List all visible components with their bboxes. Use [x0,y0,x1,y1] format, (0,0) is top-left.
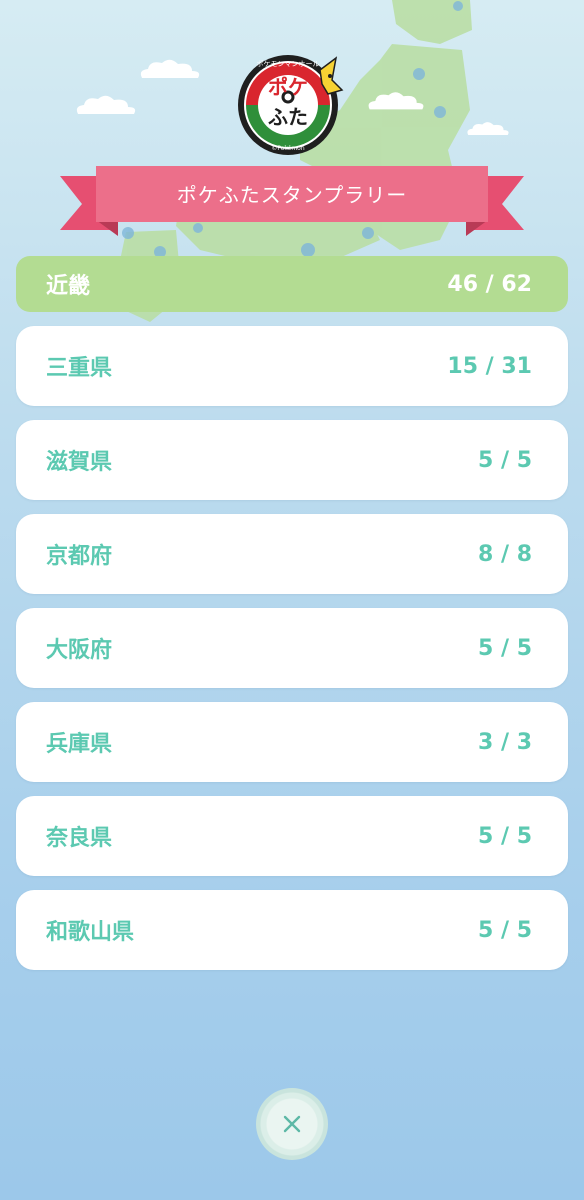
logo-main-text-1: ポケ [268,75,308,99]
prefecture-row-kyoto[interactable]: 京都府 8 / 8 [16,514,568,594]
prefecture-row-shiga[interactable]: 滋賀県 5 / 5 [16,420,568,500]
prefecture-name: 和歌山県 [46,920,135,945]
cloud-icon [140,59,200,78]
prefecture-name: 奈良県 [46,826,113,851]
logo-top-text: ポケモンマンホール [257,60,320,68]
prefecture-row-nara[interactable]: 奈良県 5 / 5 [16,796,568,876]
prefecture-progress: 8 / 8 [478,541,532,567]
page-title: ポケふたスタンプラリー [176,182,408,207]
prefecture-row-wakayama[interactable]: 和歌山県 5 / 5 [16,890,568,970]
prefecture-progress: 5 / 5 [478,635,532,661]
prefecture-list: 三重県 15 / 31 滋賀県 5 / 5 京都府 8 / 8 大阪府 5 / … [16,326,568,984]
pokefuta-logo: ポケ ふた ポケモンマンホール ©Pokémon [238,55,344,155]
close-icon [283,1115,301,1133]
cloud-icon [76,95,136,114]
prefecture-name: 京都府 [46,544,113,569]
prefecture-progress: 5 / 5 [478,917,532,943]
logo-copyright-text: ©Pokémon [271,145,305,152]
region-header: 近畿 46 / 62 [16,256,568,312]
prefecture-row-osaka[interactable]: 大阪府 5 / 5 [16,608,568,688]
prefecture-name: 三重県 [46,356,113,381]
prefecture-progress: 3 / 3 [478,729,532,755]
logo-main-text-2: ふた [268,105,308,129]
region-progress: 46 / 62 [447,271,532,297]
prefecture-row-mie[interactable]: 三重県 15 / 31 [16,326,568,406]
cloud-icon [368,92,424,110]
prefecture-progress: 5 / 5 [478,823,532,849]
prefecture-name: 滋賀県 [46,450,113,475]
prefecture-progress: 5 / 5 [478,447,532,473]
prefecture-progress: 15 / 31 [447,353,532,379]
cloud-icon [467,122,509,136]
region-name: 近畿 [46,274,91,299]
prefecture-name: 兵庫県 [46,732,113,757]
prefecture-row-hyogo[interactable]: 兵庫県 3 / 3 [16,702,568,782]
close-button[interactable] [256,1088,328,1160]
prefecture-name: 大阪府 [46,638,113,663]
